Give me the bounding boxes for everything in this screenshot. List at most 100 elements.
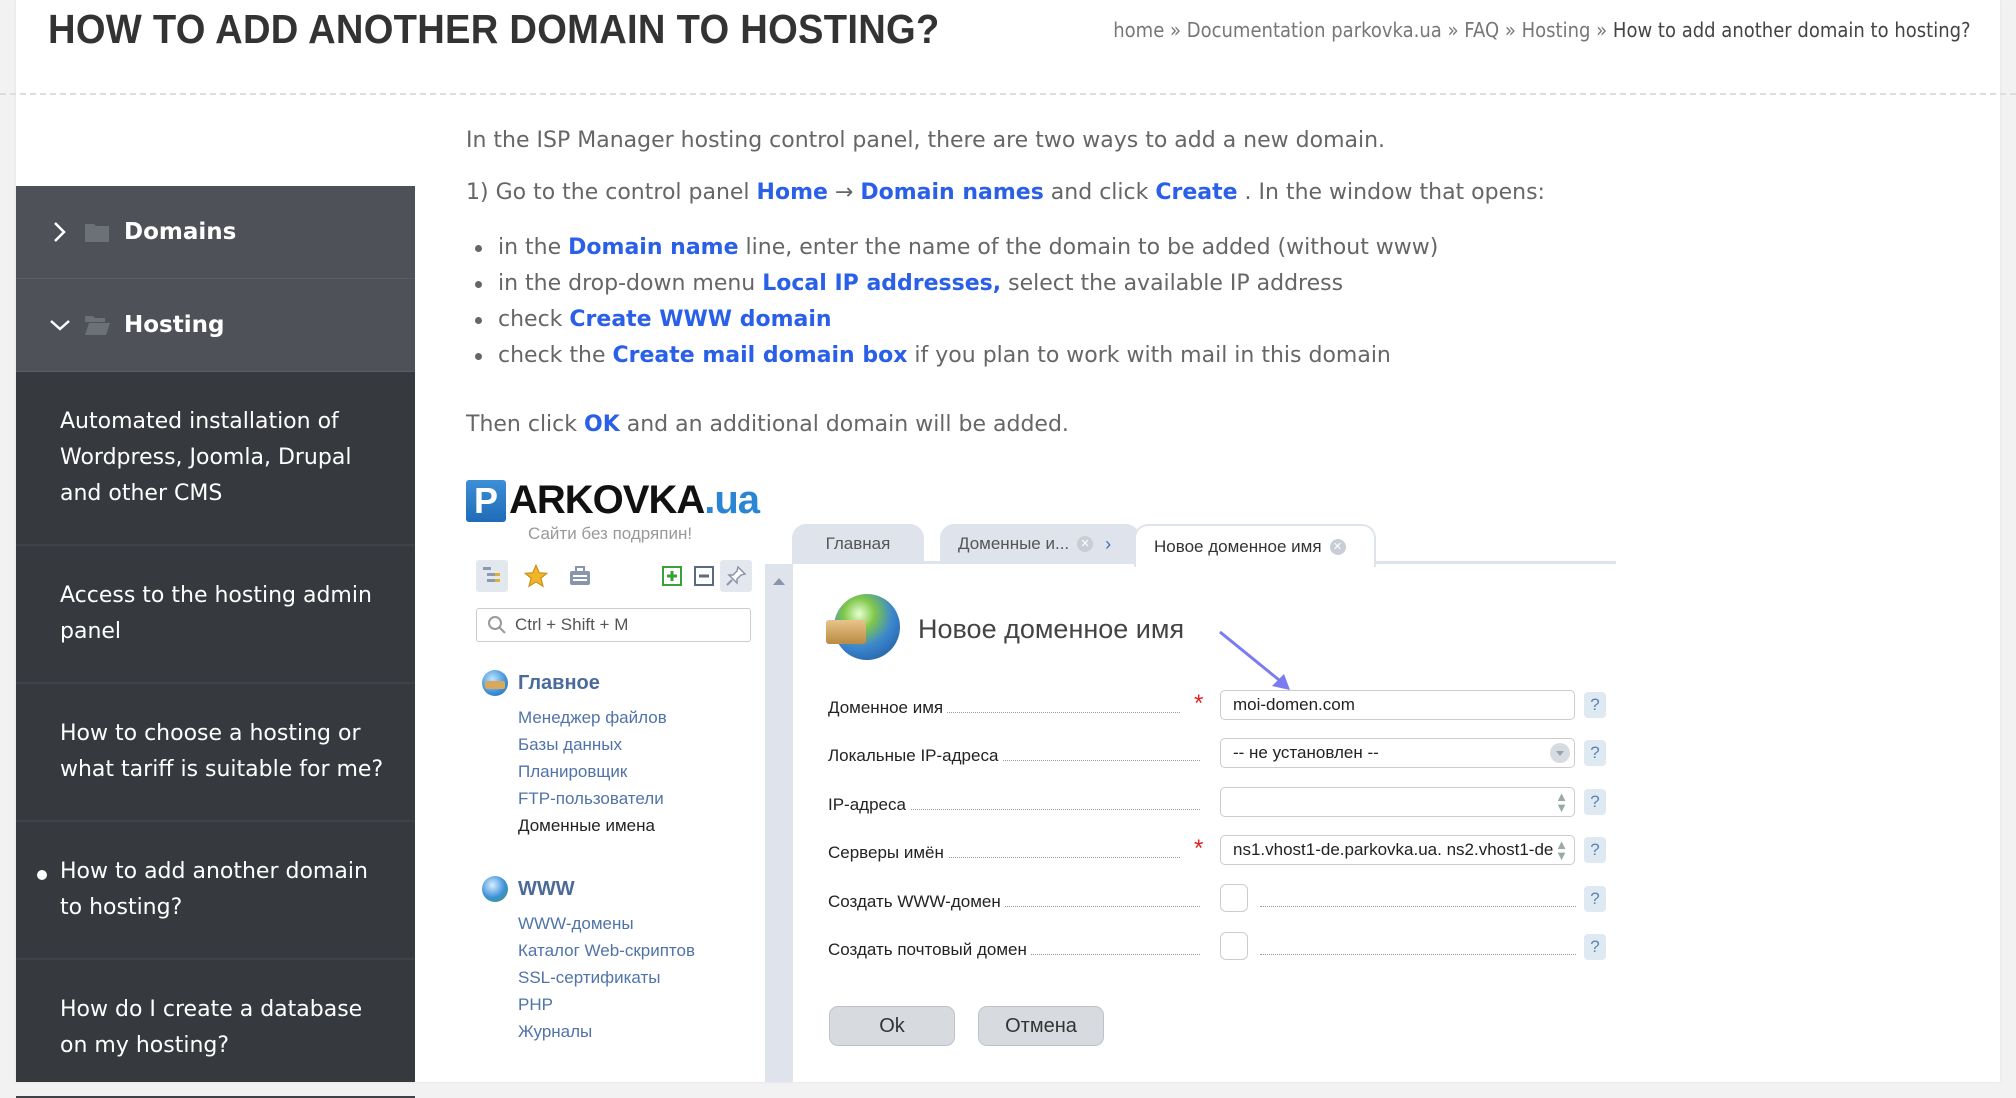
link-create-www[interactable]: Create WWW domain xyxy=(569,307,831,332)
link-domain-names[interactable]: Domain names xyxy=(860,180,1043,205)
domain-name-input[interactable]: moi-domen.com xyxy=(1220,690,1575,720)
sidebar-item-create-database[interactable]: How do I create a database on my hosting… xyxy=(16,960,415,1098)
breadcrumb-documentation[interactable]: Documentation parkovka.ua xyxy=(1187,18,1442,42)
text: line, enter the name of the domain to be… xyxy=(738,235,1439,260)
outro-paragraph: Then click OK and an additional domain w… xyxy=(466,410,1069,440)
nav-item-ssl[interactable]: SSL-сертификаты xyxy=(518,964,695,991)
annotation-arrow-icon xyxy=(1219,630,1290,690)
sidebar-item-add-domain[interactable]: How to add another domain to hosting? xyxy=(16,822,415,960)
text: in the drop-down menu xyxy=(498,271,763,296)
text: and click xyxy=(1043,180,1156,205)
tab-new-domain[interactable]: Новое доменное имя ✕ xyxy=(1134,524,1376,567)
chevron-right-icon: › xyxy=(1105,533,1112,554)
link-ok[interactable]: OK xyxy=(584,412,620,437)
nav-item-file-manager[interactable]: Менеджер файлов xyxy=(518,704,667,731)
help-icon[interactable]: ? xyxy=(1584,740,1606,766)
tree-view-icon[interactable] xyxy=(476,560,508,592)
expand-all-icon[interactable] xyxy=(656,560,688,592)
sidebar-category-hosting[interactable]: Hosting xyxy=(16,279,415,372)
chevron-down-icon xyxy=(46,311,74,339)
briefcase-icon[interactable] xyxy=(564,560,596,592)
local-ip-select[interactable]: -- не установлен -- xyxy=(1220,738,1575,768)
breadcrumb-faq[interactable]: FAQ xyxy=(1465,18,1500,42)
text: if you plan to work with mail in this do… xyxy=(907,343,1391,368)
star-icon[interactable] xyxy=(520,560,552,592)
tab-label: Главная xyxy=(825,534,891,553)
tab-home[interactable]: Главная xyxy=(792,524,924,564)
nav-item-www-domains[interactable]: WWW-домены xyxy=(518,910,695,937)
nav-item-ftp-users[interactable]: FTP-пользователи xyxy=(518,785,667,812)
folder-open-icon xyxy=(85,316,110,335)
form-title: Новое доменное имя xyxy=(918,613,1185,644)
ip-addresses-input[interactable]: ▲ ▼ xyxy=(1220,787,1575,817)
www-globe-icon xyxy=(482,876,508,902)
help-icon[interactable]: ? xyxy=(1584,789,1606,815)
link-create[interactable]: Create xyxy=(1155,180,1237,205)
sidebar-item-cms-installation[interactable]: Automated installation of Wordpress, Joo… xyxy=(16,372,415,546)
form-header: Новое доменное имя xyxy=(826,590,1184,668)
close-tab-icon[interactable]: ✕ xyxy=(1077,536,1094,552)
link-home[interactable]: Home xyxy=(757,180,828,205)
help-icon[interactable]: ? xyxy=(1584,837,1606,863)
nav-item-domain-names[interactable]: Доменные имена xyxy=(518,812,667,839)
list-item: in the Domain name line, enter the name … xyxy=(466,230,1438,266)
link-local-ip[interactable]: Local IP addresses, xyxy=(762,271,1001,296)
nav-group-www: WWW WWW-домены Каталог Web-скриптов SSL-… xyxy=(482,876,695,1045)
list-item: in the drop-down menu Local IP addresses… xyxy=(466,266,1438,302)
text: . In the window that opens: xyxy=(1237,180,1545,205)
nav-item-logs[interactable]: Журналы xyxy=(518,1018,695,1045)
nav-group-items: WWW-домены Каталог Web-скриптов SSL-серт… xyxy=(482,910,695,1045)
create-www-checkbox[interactable] xyxy=(1220,884,1248,912)
name-servers-input[interactable]: ns1.vhost1-de.parkovka.ua. ns2.vhost1-de… xyxy=(1220,835,1575,865)
text: 1) Go to the control panel xyxy=(466,180,757,205)
link-create-mail[interactable]: Create mail domain box xyxy=(613,343,908,368)
field-label: IP-адреса xyxy=(828,795,910,815)
collapse-all-icon[interactable] xyxy=(688,560,720,592)
tab-domain-names[interactable]: Доменные и... ✕ › xyxy=(940,524,1140,564)
cancel-button[interactable]: Отмена xyxy=(978,1006,1104,1046)
nav-group-title[interactable]: WWW xyxy=(482,876,695,902)
help-icon[interactable]: ? xyxy=(1584,886,1606,912)
nav-item-web-scripts[interactable]: Каталог Web-скриптов xyxy=(518,937,695,964)
nav-group-items: Менеджер файлов Базы данных Планировщик … xyxy=(482,704,667,839)
sidebar-item-choose-hosting[interactable]: How to choose a hosting or what tariff i… xyxy=(16,684,415,822)
link-domain-name[interactable]: Domain name xyxy=(568,235,738,260)
field-label: Доменное имя xyxy=(828,698,948,718)
menu-scrollbar[interactable] xyxy=(765,564,793,1082)
pin-icon[interactable] xyxy=(720,560,752,592)
nav-item-databases[interactable]: Базы данных xyxy=(518,731,667,758)
field-row-local-ip: Локальные IP-адреса -- не установлен -- … xyxy=(828,738,1608,772)
help-icon[interactable]: ? xyxy=(1584,934,1606,960)
breadcrumb-hosting[interactable]: Hosting xyxy=(1522,18,1591,42)
sidebar-category-label: Domains xyxy=(124,219,237,245)
help-icon[interactable]: ? xyxy=(1584,692,1606,718)
sidebar: Domains Hosting Automated installation o… xyxy=(16,186,415,1098)
breadcrumb-current: How to add another domain to hosting? xyxy=(1613,18,1971,42)
nav-group-title[interactable]: Главное xyxy=(482,670,667,696)
nav-item-php[interactable]: PHP xyxy=(518,991,695,1018)
create-mail-checkbox[interactable] xyxy=(1220,932,1248,960)
logo-p-mark: P xyxy=(466,480,506,522)
resize-arrows-icon[interactable]: ▲ ▼ xyxy=(1555,838,1568,862)
scroll-up-icon[interactable] xyxy=(773,578,785,585)
field-row-domain-name: Доменное имя * moi-domen.com ? xyxy=(828,690,1608,724)
resize-arrows-icon[interactable]: ▲ ▼ xyxy=(1555,790,1568,814)
breadcrumb: home » Documentation parkovka.ua » FAQ »… xyxy=(1114,18,1971,42)
text: check xyxy=(498,307,570,332)
field-label: Создать почтовый домен xyxy=(828,940,1031,960)
breadcrumb-home[interactable]: home xyxy=(1114,18,1165,42)
breadcrumb-separator: » xyxy=(1447,18,1465,42)
text: and an additional domain will be added. xyxy=(619,412,1069,437)
dropdown-arrow-icon[interactable] xyxy=(1550,743,1570,763)
instruction-list: in the Domain name line, enter the name … xyxy=(466,230,1438,374)
ok-button[interactable]: Ok xyxy=(829,1006,955,1046)
close-tab-icon[interactable]: ✕ xyxy=(1329,538,1346,555)
sidebar-item-admin-panel-access[interactable]: Access to the hosting admin panel xyxy=(16,546,415,684)
nav-group-label: Главное xyxy=(518,671,600,694)
isp-tab-strip: Главная Доменные и... ✕ › Новое доменное… xyxy=(792,524,1616,567)
sidebar-category-domains[interactable]: Domains xyxy=(16,186,415,279)
menu-search-input[interactable]: Ctrl + Shift + M xyxy=(476,608,751,642)
isp-manager-screenshot: P ARKOVKA.ua Сайти без подряпин! Ctrl + … xyxy=(466,478,1616,1082)
breadcrumb-separator: » xyxy=(1596,18,1614,42)
nav-item-scheduler[interactable]: Планировщик xyxy=(518,758,667,785)
